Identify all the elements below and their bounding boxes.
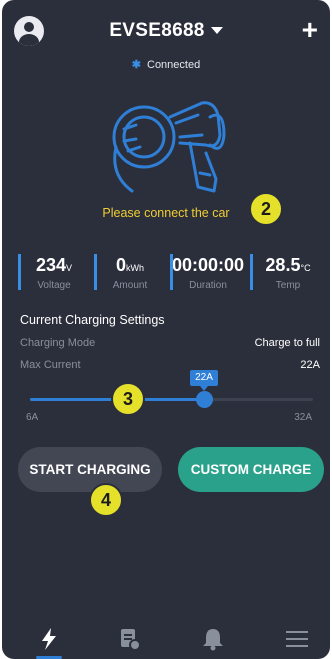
temp-label: Temp — [275, 280, 301, 291]
slider-min-label: 6A — [26, 412, 39, 423]
charging-mode-value: Charge to full — [254, 337, 320, 349]
max-current-value: 22A — [300, 359, 320, 371]
notifications-bell-icon[interactable] — [198, 626, 228, 652]
voltage-unit: V — [66, 263, 73, 273]
connection-status-text: Connected — [147, 59, 201, 71]
add-device-button[interactable]: + — [302, 16, 318, 44]
charging-mode-row[interactable]: Charging Mode Charge to full — [20, 337, 320, 349]
stat-divider — [18, 254, 21, 290]
max-current-slider[interactable] — [30, 391, 313, 408]
bottom-navigation — [2, 620, 330, 659]
start-charging-button[interactable]: START CHARGING — [18, 447, 162, 492]
step-badge-2: 2 — [249, 192, 283, 226]
voltage-label: Voltage — [37, 280, 71, 291]
stat-voltage: 234V Voltage — [18, 254, 90, 291]
device-selector[interactable]: EVSE8688 — [2, 20, 330, 42]
settings-title: Current Charging Settings — [20, 313, 165, 327]
stat-divider — [94, 254, 97, 290]
step-badge-4: 4 — [89, 483, 123, 517]
temp-value: 28.5 — [265, 255, 301, 275]
stat-duration: 00:00:00 Duration — [170, 254, 246, 291]
device-name: EVSE8688 — [109, 20, 205, 41]
amount-value: 0 — [115, 255, 126, 275]
charging-mode-label: Charging Mode — [20, 337, 96, 349]
menu-icon[interactable] — [282, 626, 312, 652]
records-icon[interactable] — [114, 626, 144, 652]
max-current-label: Max Current — [20, 359, 81, 371]
amount-unit: kWh — [126, 263, 144, 273]
stats-row: 234V Voltage 0kWh Amount 00:00:00 Durati… — [18, 254, 322, 291]
stat-divider — [170, 254, 173, 290]
connection-status: ✱ Connected — [2, 58, 330, 71]
stat-divider — [250, 254, 253, 290]
slider-handle[interactable] — [196, 391, 213, 408]
charge-bolt-icon[interactable] — [34, 626, 64, 652]
voltage-value: 234 — [35, 255, 67, 275]
duration-value: 00:00:00 — [171, 255, 245, 275]
custom-charge-button[interactable]: CUSTOM CHARGE — [178, 447, 324, 492]
top-bar: EVSE8688 + — [2, 14, 330, 48]
charger-plug-icon — [112, 101, 226, 193]
max-current-row: Max Current 22A — [20, 359, 320, 371]
bluetooth-icon: ✱ — [131, 59, 141, 71]
slider-max-label: 32A — [294, 412, 312, 423]
amount-label: Amount — [112, 280, 148, 291]
stat-temp: 28.5°C Temp — [250, 254, 326, 291]
stat-amount: 0kWh Amount — [94, 254, 166, 291]
step-badge-3: 3 — [111, 382, 145, 416]
dropdown-caret-icon — [210, 27, 223, 35]
temp-unit: °C — [300, 263, 311, 273]
duration-label: Duration — [189, 280, 227, 291]
app-screen: EVSE8688 + ✱ Connected Please connect the… — [2, 0, 330, 659]
slider-tooltip: 22A — [190, 370, 218, 391]
